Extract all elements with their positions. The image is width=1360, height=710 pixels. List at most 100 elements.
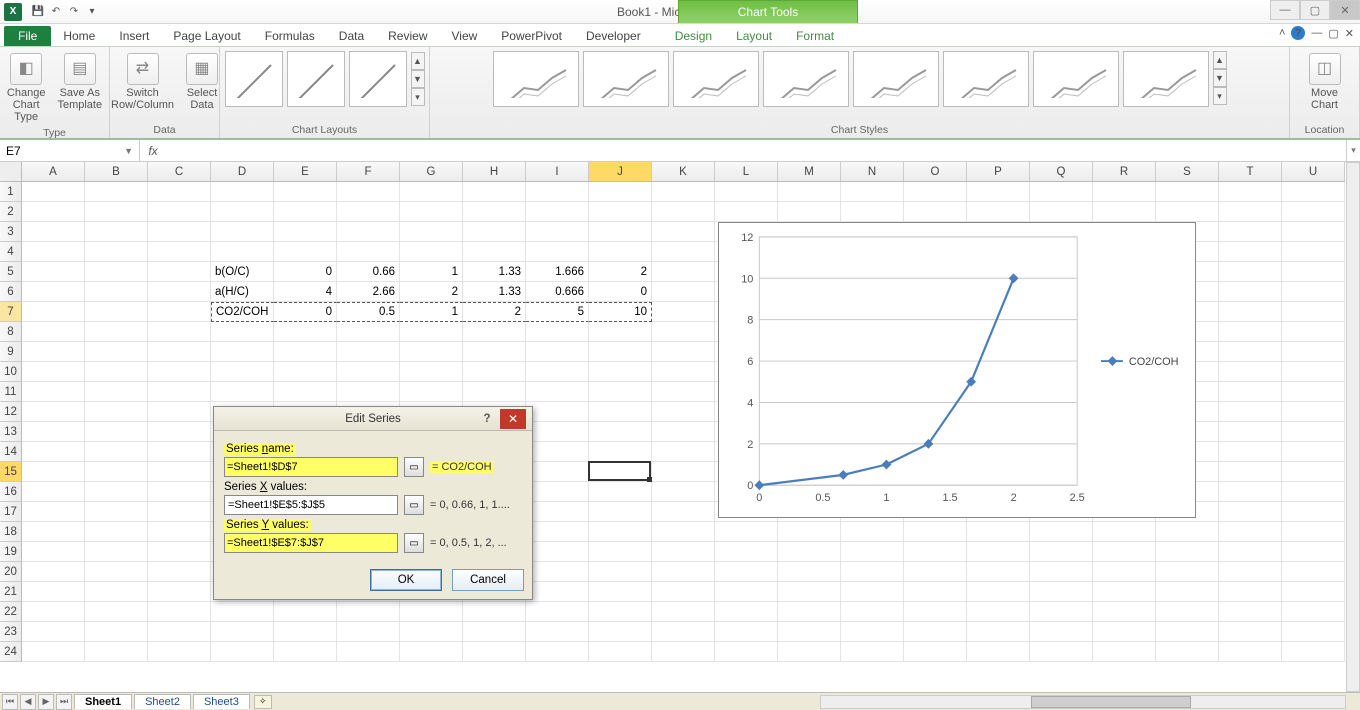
cell[interactable] [400,382,463,402]
column-header[interactable]: C [148,162,211,181]
cell[interactable] [1156,582,1219,602]
cell[interactable] [1093,522,1156,542]
cell[interactable] [274,222,337,242]
cell[interactable] [148,302,211,322]
cell[interactable] [22,602,85,622]
gallery-up-icon[interactable]: ▲ [1213,51,1227,69]
cell[interactable] [274,182,337,202]
cell[interactable] [652,542,715,562]
cell[interactable] [841,542,904,562]
cell[interactable] [85,222,148,242]
cell[interactable] [1219,402,1282,422]
cell[interactable] [274,602,337,622]
cell[interactable] [589,382,652,402]
cell[interactable] [1156,622,1219,642]
cell[interactable] [400,202,463,222]
cell[interactable] [400,182,463,202]
style-item[interactable] [673,51,759,107]
cell[interactable] [904,562,967,582]
cell[interactable] [85,242,148,262]
cell[interactable] [526,462,589,482]
cell[interactable] [22,302,85,322]
cell[interactable] [715,642,778,662]
cell[interactable] [1219,542,1282,562]
cell[interactable] [589,482,652,502]
select-data-button[interactable]: ▦ Select Data [182,51,222,113]
column-header[interactable]: G [400,162,463,181]
horizontal-scrollbar[interactable] [820,695,1346,709]
tab-page-layout[interactable]: Page Layout [161,26,252,46]
cell[interactable] [22,562,85,582]
column-header[interactable]: E [274,162,337,181]
qat-dropdown-icon[interactable]: ▾ [84,4,100,20]
column-header[interactable]: U [1282,162,1345,181]
cell[interactable] [22,642,85,662]
select-all-corner[interactable] [0,162,22,182]
cell[interactable] [526,222,589,242]
cell[interactable] [400,322,463,342]
close-button[interactable]: ✕ [1330,0,1360,20]
cell[interactable] [1282,342,1345,362]
cell[interactable] [148,642,211,662]
cell[interactable] [148,282,211,302]
cell[interactable] [526,602,589,622]
ok-button[interactable]: OK [370,569,442,591]
cell[interactable]: CO2/COH [211,302,274,322]
cell[interactable] [589,182,652,202]
cell[interactable] [400,602,463,622]
cell[interactable] [85,282,148,302]
cell[interactable]: 0.5 [337,302,400,322]
column-header[interactable]: K [652,162,715,181]
cell[interactable] [1156,562,1219,582]
cell[interactable] [22,582,85,602]
cell[interactable] [1219,502,1282,522]
row-header[interactable]: 14 [0,442,21,462]
cell[interactable] [22,442,85,462]
cell[interactable]: 0.66 [337,262,400,282]
cell[interactable] [526,562,589,582]
cell[interactable] [274,202,337,222]
cell[interactable] [1282,242,1345,262]
cell[interactable] [211,182,274,202]
column-header[interactable]: H [463,162,526,181]
cell[interactable] [967,182,1030,202]
cell[interactable] [1282,182,1345,202]
cell[interactable] [652,562,715,582]
cell[interactable] [589,562,652,582]
cell[interactable] [526,442,589,462]
column-header[interactable]: B [85,162,148,181]
cell[interactable] [85,502,148,522]
cell[interactable] [841,642,904,662]
cell[interactable] [652,182,715,202]
row-header[interactable]: 20 [0,562,21,582]
maximize-button[interactable]: ▢ [1300,0,1330,20]
cell[interactable] [1156,642,1219,662]
cell[interactable] [526,322,589,342]
move-chart-button[interactable]: ◫ Move Chart [1296,51,1353,113]
cell[interactable] [715,582,778,602]
cell[interactable] [841,522,904,542]
cell[interactable] [1156,542,1219,562]
row-header[interactable]: 4 [0,242,21,262]
cell[interactable] [337,622,400,642]
cell[interactable]: 5 [526,302,589,322]
cell[interactable] [1093,622,1156,642]
cell[interactable] [652,522,715,542]
cell[interactable] [967,582,1030,602]
cell[interactable] [85,182,148,202]
dialog-title-bar[interactable]: Edit Series ? ✕ [214,407,532,431]
layout-item[interactable] [225,51,283,107]
cell[interactable] [85,642,148,662]
cell[interactable] [463,642,526,662]
cell[interactable] [85,302,148,322]
cell[interactable] [85,262,148,282]
column-headers[interactable]: ABCDEFGHIJKLMNOPQRSTU [22,162,1345,182]
cell[interactable] [463,622,526,642]
cell[interactable] [148,262,211,282]
cell[interactable] [85,482,148,502]
cell[interactable] [841,582,904,602]
sheet-nav-next[interactable]: ▶ [38,694,54,710]
cell[interactable] [148,622,211,642]
row-header[interactable]: 21 [0,582,21,602]
row-header[interactable]: 11 [0,382,21,402]
